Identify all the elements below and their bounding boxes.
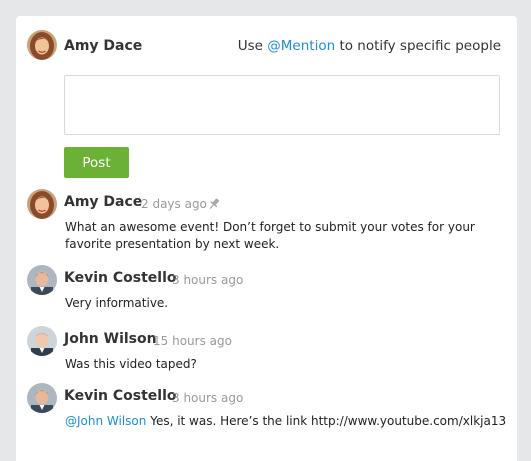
comment-item: Kevin Costello 3 hours ago Very informat… (27, 264, 501, 314)
mention-link[interactable]: @Mention (267, 38, 335, 54)
mention-link[interactable]: @John Wilson (65, 414, 146, 428)
john-wilson-avatar (27, 326, 57, 356)
comment-text-body: Was this video taped? (65, 357, 197, 371)
comment-input[interactable] (64, 75, 500, 135)
comment-time: 15 hours ago (153, 334, 232, 348)
comment-text-body: Yes, it was. Here’s the link http://www.… (150, 414, 507, 428)
comment-text-body: Very informative. (65, 296, 169, 310)
comment-author[interactable]: John Wilson (64, 331, 157, 347)
amy-dace-avatar (27, 189, 57, 219)
comment-item: John Wilson 15 hours ago Was this video … (27, 325, 501, 375)
kevin-costello-avatar (27, 383, 57, 413)
kevin-costello-avatar (27, 265, 57, 295)
hint-prefix: Use (237, 38, 263, 54)
comment-time: 3 hours ago (172, 391, 244, 405)
comment-time: 2 days ago (141, 197, 207, 211)
comment-text: Was this video taped? (65, 356, 515, 373)
composer-header: Amy Dace Use @Mention to notify specific… (27, 30, 501, 64)
comment-item: Amy Dace 2 days ago What an awesome even… (27, 188, 501, 258)
comment-text: Very informative. (65, 295, 515, 312)
comment-text: @John Wilson Yes, it was. Here’s the lin… (65, 413, 515, 430)
comment-item: Kevin Costello 3 hours ago @John Wilson … (27, 382, 506, 432)
comment-author[interactable]: Kevin Costello (64, 270, 177, 286)
hint-suffix: to notify specific people (339, 38, 501, 54)
amy-dace-avatar (27, 30, 57, 60)
composer-user-name: Amy Dace (64, 38, 143, 54)
comment-time: 3 hours ago (172, 273, 244, 287)
comments-panel: Amy Dace Use @Mention to notify specific… (16, 16, 517, 461)
mention-hint: Use @Mention to notify specific people (238, 38, 501, 54)
pin-icon[interactable] (207, 196, 221, 210)
comment-author[interactable]: Kevin Costello (64, 388, 177, 404)
post-button[interactable]: Post (64, 147, 129, 178)
comment-text: What an awesome event! Don’t forget to s… (65, 219, 515, 253)
comment-author[interactable]: Amy Dace (64, 194, 142, 210)
comment-text-body: What an awesome event! Don’t forget to s… (65, 220, 475, 251)
